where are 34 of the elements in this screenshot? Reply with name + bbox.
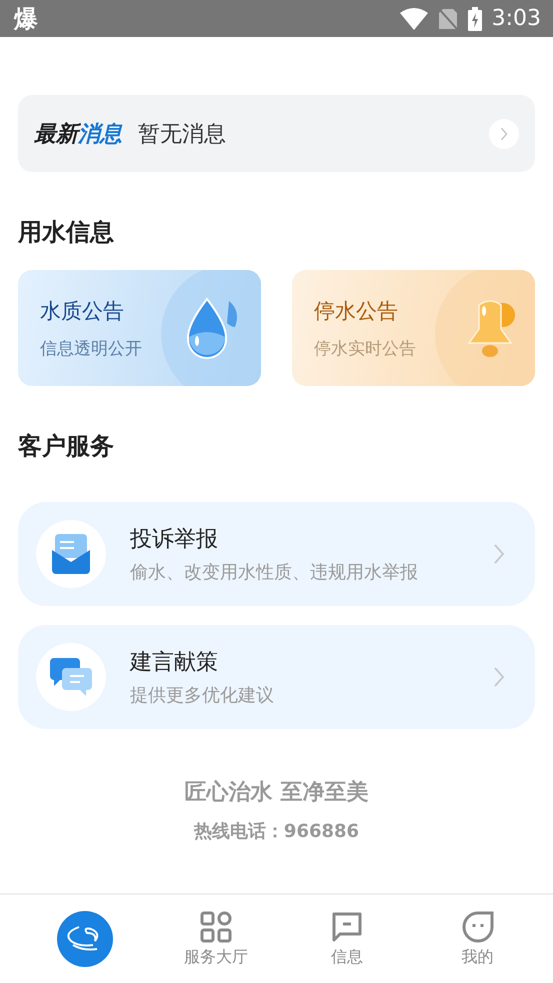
card-subtitle: 停水实时公告 — [314, 338, 417, 360]
profile-icon — [462, 910, 494, 942]
envelope-icon — [52, 534, 90, 574]
battery-icon — [468, 6, 482, 30]
news-bar[interactable]: 最新消息 暂无消息 — [18, 95, 535, 172]
section-heading: 用水信息 — [18, 217, 115, 248]
notification-icon: 爆 — [14, 2, 38, 34]
sim-icon — [438, 8, 458, 30]
card-title: 水质公告 — [40, 298, 125, 324]
logo-icon — [57, 911, 114, 967]
service-title: 投诉举报 — [130, 526, 219, 554]
message-icon — [330, 910, 363, 942]
service-card[interactable]: 投诉举报 偷水、改变用水性质、违规用水举报 — [18, 502, 535, 606]
notice-card[interactable]: 水质公告 信息透明公开 — [18, 270, 261, 386]
card-subtitle: 信息透明公开 — [40, 338, 143, 360]
service-card[interactable]: 建言献策 提供更多优化建议 — [18, 625, 535, 729]
wifi-icon — [400, 8, 428, 30]
clock-time: 3:03 — [492, 6, 541, 31]
news-text: 暂无消息 — [138, 120, 227, 148]
grid-icon — [200, 910, 232, 942]
section-heading: 客户服务 — [18, 431, 115, 462]
service-description: 提供更多优化建议 — [130, 684, 275, 707]
bell-icon — [467, 297, 517, 359]
service-title: 建言献策 — [130, 649, 219, 677]
chevron-icon — [493, 543, 505, 565]
news-title: 最新消息 — [34, 120, 122, 148]
chevron-icon — [500, 126, 508, 140]
notice-card[interactable]: 停水公告 停水实时公告 — [292, 270, 535, 386]
chevron-icon — [493, 666, 505, 688]
hotline-text: 热线电话：966886 — [194, 820, 360, 843]
slogan: 匠心治水 至净至美 — [184, 778, 368, 807]
service-description: 偷水、改变用水性质、违规用水举报 — [130, 561, 419, 584]
card-title: 停水公告 — [314, 298, 399, 324]
chat-bubbles-icon — [50, 658, 92, 696]
